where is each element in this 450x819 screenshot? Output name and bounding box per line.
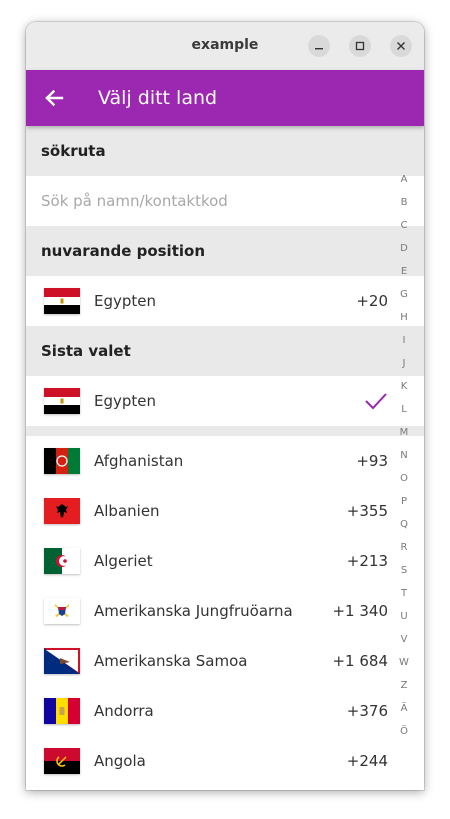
page-title: Välj ditt land	[98, 87, 218, 109]
section-header-last-choice: Sista valet	[26, 326, 424, 376]
divider	[26, 426, 424, 436]
index-letter[interactable]: Q	[398, 519, 410, 542]
title-bar: example	[26, 22, 424, 71]
index-letter[interactable]: B	[398, 197, 410, 220]
check-icon	[365, 393, 387, 410]
country-row-algeria[interactable]: Algeriet +213	[26, 536, 424, 586]
index-letter[interactable]: N	[398, 450, 410, 473]
minimize-icon	[315, 48, 323, 50]
index-letter[interactable]: Ä	[398, 703, 410, 726]
country-row-angola[interactable]: Angola +244	[26, 736, 424, 786]
index-letter[interactable]: P	[398, 496, 410, 519]
index-letter[interactable]: L	[398, 404, 410, 427]
country-code: +355	[346, 502, 388, 520]
minimize-button[interactable]	[308, 35, 330, 57]
country-code: +1 684	[332, 652, 388, 670]
country-code: +93	[356, 452, 388, 470]
angola-flag-icon	[44, 748, 80, 774]
index-letter[interactable]: R	[398, 542, 410, 565]
index-letter[interactable]: J	[398, 358, 410, 381]
section-header-search: sökruta	[26, 126, 424, 176]
last-choice-row[interactable]: Egypten	[26, 376, 424, 426]
index-letter[interactable]: Ö	[398, 726, 410, 749]
american-samoa-flag-icon	[44, 648, 80, 674]
index-letter[interactable]: U	[398, 611, 410, 634]
us-virgin-islands-flag-icon	[44, 598, 80, 624]
country-code: +213	[346, 552, 388, 570]
country-code: +244	[346, 752, 388, 770]
close-button[interactable]	[390, 35, 412, 57]
country-row-american-samoa[interactable]: Amerikanska Samoa +1 684	[26, 636, 424, 686]
index-letter[interactable]: E	[398, 266, 410, 289]
country-code: +1 340	[332, 602, 388, 620]
country-row-andorra[interactable]: Andorra +376	[26, 686, 424, 736]
index-letter[interactable]: K	[398, 381, 410, 404]
albania-flag-icon	[44, 498, 80, 524]
alphabet-index-bar[interactable]: A B C D E G H I J K L M N O P Q R S T U …	[398, 174, 410, 749]
close-icon	[397, 42, 405, 50]
afghanistan-flag-icon	[44, 448, 80, 474]
maximize-button[interactable]	[349, 35, 371, 57]
index-letter[interactable]: V	[398, 634, 410, 657]
index-letter[interactable]: I	[398, 335, 410, 358]
index-letter[interactable]: D	[398, 243, 410, 266]
andorra-flag-icon	[44, 698, 80, 724]
country-row-albania[interactable]: Albanien +355	[26, 486, 424, 536]
country-list[interactable]: sökruta Sök på namn/kontaktkod nuvarande…	[26, 126, 424, 790]
app-window: example Välj ditt land sökruta Sök på na…	[26, 22, 424, 790]
index-letter[interactable]: G	[398, 289, 410, 312]
section-header-current-position: nuvarande position	[26, 226, 424, 276]
index-letter[interactable]: H	[398, 312, 410, 335]
maximize-icon	[355, 41, 365, 51]
index-letter[interactable]: S	[398, 565, 410, 588]
current-position-row[interactable]: Egypten +20	[26, 276, 424, 326]
search-input[interactable]: Sök på namn/kontaktkod	[26, 176, 424, 226]
index-letter[interactable]: Z	[398, 680, 410, 703]
country-row-us-virgin-islands[interactable]: Amerikanska Jungfruöarna +1 340	[26, 586, 424, 636]
index-letter[interactable]: M	[398, 427, 410, 450]
egypt-flag-icon	[44, 288, 80, 314]
app-bar: Välj ditt land	[26, 70, 424, 126]
algeria-flag-icon	[44, 548, 80, 574]
country-code: +20	[356, 292, 388, 310]
index-letter[interactable]: O	[398, 473, 410, 496]
index-letter[interactable]: A	[398, 174, 410, 197]
country-row-afghanistan[interactable]: Afghanistan +93	[26, 436, 424, 486]
egypt-flag-icon	[44, 388, 80, 414]
index-letter[interactable]: T	[398, 588, 410, 611]
index-letter[interactable]: W	[398, 657, 410, 680]
arrow-back-icon[interactable]	[44, 88, 64, 108]
country-code: +376	[346, 702, 388, 720]
index-letter[interactable]: C	[398, 220, 410, 243]
